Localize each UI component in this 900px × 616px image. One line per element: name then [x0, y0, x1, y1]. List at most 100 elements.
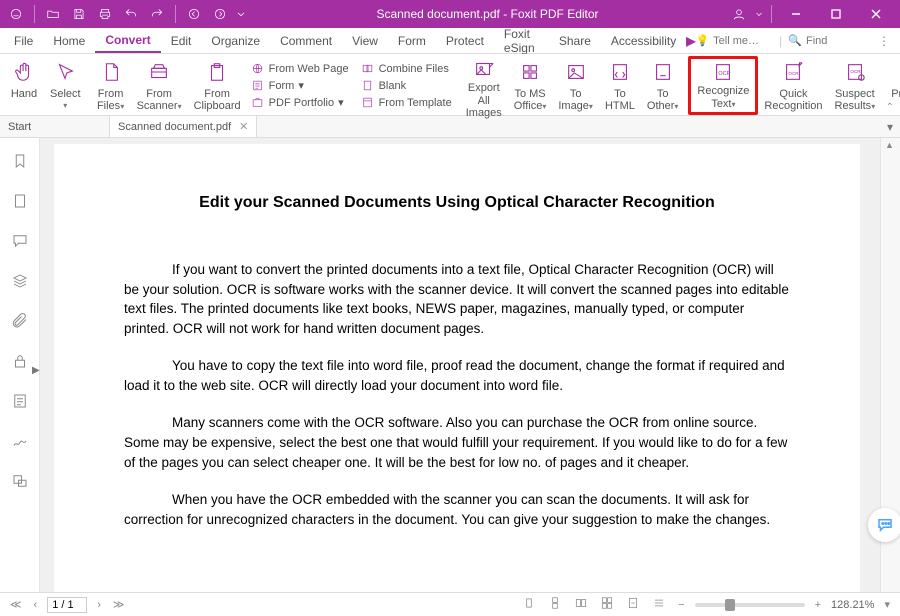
- prev-page-icon[interactable]: ‹: [32, 599, 40, 611]
- menu-accessibility[interactable]: Accessibility: [601, 30, 686, 52]
- menu-more-icon[interactable]: ⋮: [872, 34, 896, 48]
- menu-form[interactable]: Form: [388, 30, 436, 52]
- continuous-facing-view-icon[interactable]: [598, 596, 616, 613]
- left-panel: ▶: [0, 138, 40, 592]
- from-files-button[interactable]: From Files▾: [91, 56, 131, 115]
- reflow-view-icon[interactable]: [650, 596, 668, 613]
- ocr-quick-icon: OCR: [779, 58, 807, 86]
- tell-me-search[interactable]: 💡: [695, 34, 773, 47]
- tab-close-icon[interactable]: ✕: [239, 120, 248, 133]
- from-clipboard-button[interactable]: From Clipboard: [188, 56, 247, 115]
- menu-protect[interactable]: Protect: [436, 30, 494, 52]
- doc-paragraph: If you want to convert the printed docum…: [124, 260, 790, 338]
- hand-tool-button[interactable]: Hand: [4, 56, 44, 115]
- menu-share[interactable]: Share: [549, 30, 601, 52]
- prev-view-icon[interactable]: [182, 2, 206, 26]
- menubar: File Home Convert Edit Organize Comment …: [0, 28, 900, 54]
- assistant-floating-button[interactable]: [868, 508, 900, 542]
- qat-dropdown-icon[interactable]: [234, 2, 248, 26]
- to-ms-office-button[interactable]: To MS Office▾: [508, 56, 553, 115]
- collapse-ribbon-icon[interactable]: ⌃: [886, 102, 894, 113]
- menu-file[interactable]: File: [4, 30, 43, 52]
- app-logo-icon[interactable]: [4, 2, 28, 26]
- fields-panel-icon[interactable]: [9, 470, 31, 492]
- other-icon: [649, 58, 677, 86]
- menu-home[interactable]: Home: [43, 30, 95, 52]
- zoom-in-icon[interactable]: +: [813, 599, 823, 611]
- zoom-dropdown-icon[interactable]: ▾: [882, 598, 892, 611]
- window-title: Scanned document.pdf - Foxit PDF Editor: [248, 7, 727, 21]
- zoom-slider-thumb[interactable]: [725, 599, 735, 611]
- last-page-icon[interactable]: ≫: [111, 598, 127, 611]
- from-scanner-button[interactable]: From Scanner▾: [131, 56, 188, 115]
- start-tab[interactable]: Start: [0, 116, 110, 137]
- account-dropdown-icon[interactable]: [753, 2, 765, 26]
- zoom-level: 128.21%: [831, 599, 874, 611]
- tab-overflow-icon[interactable]: ▾: [880, 116, 900, 137]
- globe-icon: [251, 62, 265, 76]
- print-icon[interactable]: [93, 2, 117, 26]
- scroll-up-icon[interactable]: ▲: [885, 140, 894, 150]
- doc-paragraph: You have to copy the text file into word…: [124, 356, 790, 395]
- fit-page-icon[interactable]: [624, 596, 642, 613]
- menu-view[interactable]: View: [342, 30, 388, 52]
- form-button[interactable]: Form ▾: [247, 78, 353, 94]
- continuous-view-icon[interactable]: [546, 596, 564, 613]
- maximize-button[interactable]: [816, 0, 856, 28]
- zoom-out-icon[interactable]: −: [676, 599, 686, 611]
- first-page-icon[interactable]: ≪: [8, 598, 24, 611]
- doc-title: Edit your Scanned Documents Using Optica…: [124, 194, 790, 212]
- save-icon[interactable]: [67, 2, 91, 26]
- document-viewport[interactable]: Edit your Scanned Documents Using Optica…: [40, 138, 880, 592]
- redo-icon[interactable]: [145, 2, 169, 26]
- find-search[interactable]: 🔍: [788, 34, 866, 47]
- bookmark-panel-icon[interactable]: [9, 150, 31, 172]
- suspect-results-button[interactable]: OCR Suspect Results▾: [829, 56, 882, 115]
- single-page-view-icon[interactable]: [520, 596, 538, 613]
- menu-edit[interactable]: Edit: [161, 30, 202, 52]
- svg-text:OCR: OCR: [850, 69, 861, 74]
- quick-access-toolbar: [4, 2, 248, 26]
- template-icon: [361, 96, 375, 110]
- from-template-button[interactable]: From Template: [357, 95, 456, 111]
- search-icon: 🔍: [788, 34, 802, 47]
- user-account-icon[interactable]: [727, 2, 751, 26]
- next-page-icon[interactable]: ›: [95, 599, 103, 611]
- signatures-panel-icon[interactable]: [9, 430, 31, 452]
- from-web-page-button[interactable]: From Web Page: [247, 61, 353, 77]
- to-image-button[interactable]: To Image▾: [552, 56, 599, 115]
- portfolio-icon: [251, 96, 265, 110]
- combine-files-button[interactable]: Combine Files: [357, 61, 456, 77]
- facing-view-icon[interactable]: [572, 596, 590, 613]
- open-icon[interactable]: [41, 2, 65, 26]
- undo-icon[interactable]: [119, 2, 143, 26]
- next-view-icon[interactable]: [208, 2, 232, 26]
- pages-panel-icon[interactable]: [9, 190, 31, 212]
- zoom-slider[interactable]: [695, 603, 805, 607]
- blank-button[interactable]: Blank: [357, 78, 456, 94]
- find-input[interactable]: [806, 35, 866, 47]
- security-panel-icon[interactable]: [9, 350, 31, 372]
- select-tool-button[interactable]: Select▾: [44, 56, 87, 115]
- quick-recognition-button[interactable]: OCR Quick Recognition: [758, 56, 828, 115]
- minimize-button[interactable]: [776, 0, 816, 28]
- to-html-button[interactable]: To HTML: [599, 56, 641, 115]
- menu-convert[interactable]: Convert: [95, 29, 160, 53]
- document-tab[interactable]: Scanned document.pdf ✕: [110, 116, 257, 137]
- tell-me-input[interactable]: [713, 35, 773, 47]
- menu-organize[interactable]: Organize: [201, 30, 270, 52]
- pdf-portfolio-button[interactable]: PDF Portfolio ▾: [247, 95, 353, 111]
- recognize-text-button[interactable]: OCR Recognize Text▾: [688, 56, 758, 115]
- comments-panel-icon[interactable]: [9, 230, 31, 252]
- articles-panel-icon[interactable]: [9, 390, 31, 412]
- layers-panel-icon[interactable]: [9, 270, 31, 292]
- menu-comment[interactable]: Comment: [270, 30, 342, 52]
- expand-panel-icon[interactable]: ▶: [32, 365, 40, 376]
- to-other-button[interactable]: To Other▾: [641, 56, 685, 115]
- vertical-scrollbar[interactable]: ▲: [880, 138, 900, 592]
- menu-overflow-icon[interactable]: ▶: [686, 34, 695, 48]
- page-number-field[interactable]: [47, 597, 87, 613]
- close-button[interactable]: [856, 0, 896, 28]
- export-all-images-button[interactable]: Export All Images: [460, 56, 508, 115]
- attachments-panel-icon[interactable]: [9, 310, 31, 332]
